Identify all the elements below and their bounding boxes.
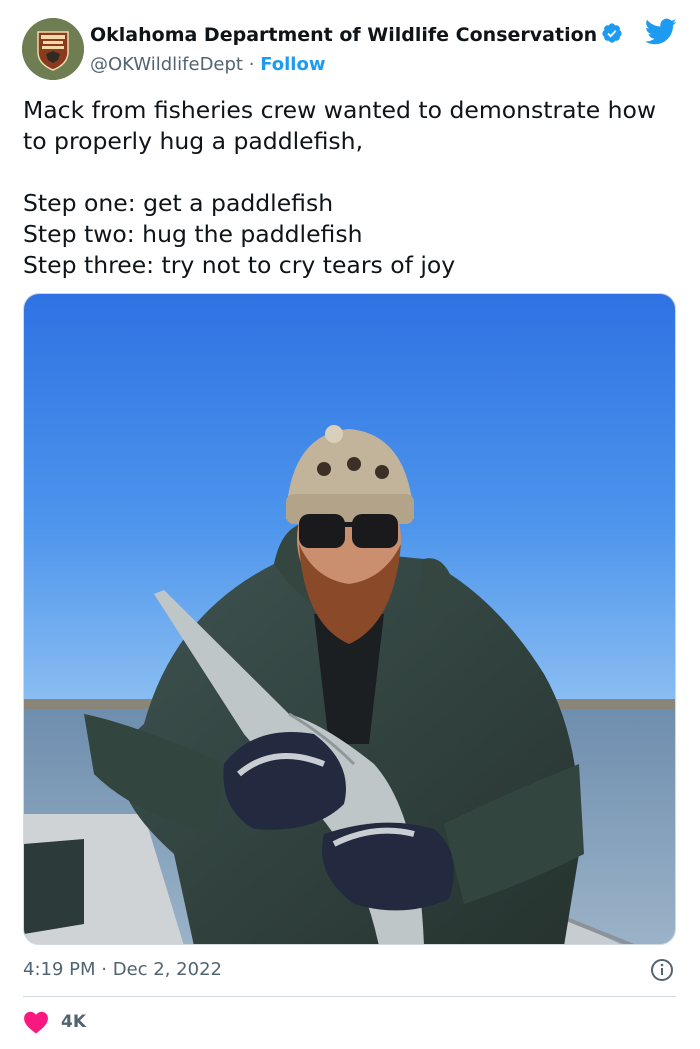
handle[interactable]: @OKWildlifeDept	[90, 54, 243, 75]
handle-row: @OKWildlifeDept · Follow	[90, 52, 623, 78]
like-count: 4K	[61, 1012, 87, 1032]
info-icon[interactable]	[650, 958, 674, 982]
tweet-line: Step one: get a paddlefish	[23, 189, 334, 217]
user-block: Oklahoma Department of Wildlife Conserva…	[90, 22, 623, 78]
display-name-row: Oklahoma Department of Wildlife Conserva…	[90, 22, 623, 50]
photo-man-hugging-paddlefish-icon	[24, 294, 675, 944]
twitter-bird-icon[interactable]	[644, 18, 677, 46]
tweet-card: Oklahoma Department of Wildlife Conserva…	[0, 0, 700, 1049]
follow-button[interactable]: Follow	[260, 54, 325, 75]
tweet-photo[interactable]	[23, 293, 676, 945]
handle-separator: ·	[248, 54, 255, 75]
date: Dec 2, 2022	[112, 959, 222, 980]
tweet-line: Step two: hug the paddlefish	[23, 220, 363, 248]
tweet-line: Step three: try not to cry tears of joy	[23, 251, 456, 279]
timestamp[interactable]: 4:19 PM · Dec 2, 2022	[23, 958, 222, 982]
time: 4:19 PM	[23, 959, 96, 980]
display-name[interactable]: Oklahoma Department of Wildlife Conserva…	[90, 24, 597, 46]
odwc-badge-logo-icon	[22, 18, 84, 80]
heart-icon[interactable]	[23, 1010, 49, 1034]
tweet-line: Mack from fisheries crew wanted to demon…	[23, 96, 657, 155]
divider	[23, 996, 676, 997]
avatar[interactable]	[22, 18, 84, 80]
tweet-text: Mack from fisheries crew wanted to demon…	[23, 95, 673, 281]
verified-badge-icon	[601, 22, 623, 50]
time-separator: ·	[101, 959, 107, 980]
like-row[interactable]: 4K	[23, 1008, 86, 1036]
